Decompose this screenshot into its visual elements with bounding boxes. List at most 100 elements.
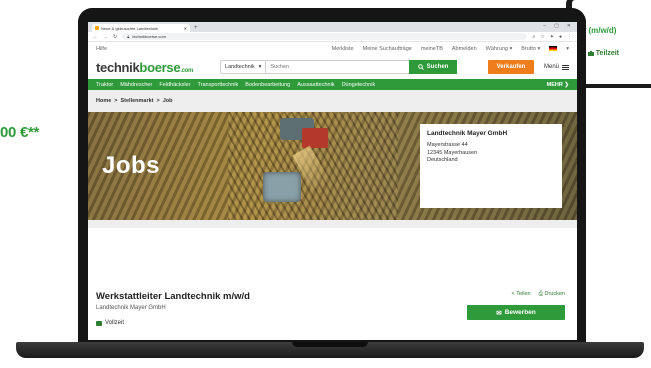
browser-address-bar: ← → ↻ 🔒︎ technikboerse.com ⌕ ☆ ✦ ● ⋮ [88, 32, 577, 42]
phone-title-line2: rst (m/w/d) [576, 26, 617, 35]
phone-info-row: nd Teilzeit [576, 50, 651, 57]
chevron-down-icon[interactable]: ▾ [566, 46, 569, 52]
top-links-right: Merkliste Meine Suchaufträge meineTB Abm… [332, 46, 569, 52]
browser-toolbar-icons: ⌕ ☆ ✦ ● ⋮ [532, 34, 572, 40]
print-button[interactable]: ⎙ Drucken [539, 291, 565, 298]
phone-jobtype-tag: Teilzeit [587, 50, 620, 57]
job-type-label: Vollzeit [105, 320, 125, 326]
gross-dropdown[interactable]: Brutto ▾ [521, 46, 540, 52]
phone-title-line1: en [576, 14, 651, 25]
watchlist-link[interactable]: Merkliste [332, 46, 354, 52]
logo-text-main: technik [96, 59, 140, 75]
nav-item-transporttechnik[interactable]: Transporttechnik [198, 82, 239, 88]
hero-title: Jobs [102, 152, 161, 179]
print-label: Drucken [544, 291, 565, 297]
share-button[interactable]: < Teilen [512, 291, 531, 298]
breadcrumb-current: Job [162, 98, 173, 104]
search-button[interactable]: Suchen [409, 60, 457, 74]
company-country: Deutschland [427, 157, 458, 163]
profile-icon[interactable]: ● [559, 34, 562, 40]
extensions-icon[interactable]: ✦ [550, 34, 554, 40]
job-actions: < Teilen ⎙ Drucken [512, 291, 565, 298]
reload-icon[interactable]: ↻ [113, 34, 117, 40]
window-controls: – ▢ ✕ [543, 23, 571, 29]
maximize-icon[interactable]: ▢ [554, 23, 559, 29]
search-input[interactable] [266, 61, 409, 73]
new-tab-icon[interactable]: + [194, 25, 198, 31]
breadcrumb-separator: > [114, 98, 118, 104]
nav-more-link[interactable]: MEHR ❯ [547, 82, 569, 88]
close-tab-icon[interactable]: ✕ [184, 26, 187, 31]
apply-label: Bewerben [504, 309, 536, 316]
company-street: Mayerstrasse 44 [427, 142, 468, 148]
category-value: Landtechnik [225, 64, 255, 70]
price-text: 00 €** [0, 124, 40, 141]
category-select[interactable]: Landtechnik ▾ [221, 61, 267, 73]
share-label: Teilen [516, 291, 531, 297]
company-city: 12345 Mayerhausen [427, 149, 478, 156]
envelope-icon: ✉ [496, 309, 502, 317]
share-icon: < [511, 291, 515, 297]
job-type: Vollzeit [96, 320, 569, 326]
close-window-icon[interactable]: ✕ [567, 23, 571, 29]
company-card: Landtechnik Mayer GmbH Mayerstrasse 44 1… [420, 124, 562, 208]
lock-icon: 🔒︎ [127, 34, 130, 39]
nav-item-bodenbearbeitung[interactable]: Bodenbearbeitung [245, 82, 290, 88]
star-icon[interactable]: ☆ [540, 34, 544, 40]
print-icon: ⎙ [538, 291, 543, 297]
nav-item-feldhaecksler[interactable]: Feldhäcksler [159, 82, 190, 88]
apply-button[interactable]: ✉ Bewerben [467, 305, 565, 320]
saved-searches-link[interactable]: Meine Suchaufträge [363, 46, 412, 52]
minimize-icon[interactable]: – [543, 23, 546, 29]
nav-item-aussaattechnik[interactable]: Aussaattechnik [297, 82, 334, 88]
german-flag-icon[interactable] [549, 46, 558, 51]
favicon-icon [95, 26, 99, 30]
hamburger-icon [562, 64, 569, 70]
more-options-icon[interactable]: ⋮ [567, 34, 572, 40]
breadcrumb-separator: > [156, 98, 160, 104]
laptop-screen: Neue & gebrauchte Landtechnik ✕ + – ▢ ✕ … [88, 22, 577, 340]
site-header: technikboerse.com Landtechnik ▾ Suchen V… [88, 55, 577, 79]
menu-button[interactable]: Menü [544, 64, 569, 70]
chevron-down-icon: ▾ [258, 64, 262, 70]
search-icon [417, 64, 424, 70]
category-nav: Traktor Mähdrescher Feldhäcksler Transpo… [88, 79, 577, 90]
site-logo[interactable]: technikboerse.com [96, 60, 214, 75]
logo-domain: .com [180, 67, 194, 74]
phone-job-title: en rst (m/w/d) [576, 14, 651, 36]
breadcrumb-home[interactable]: Home [96, 98, 111, 104]
breadcrumb: Home > Stellenmarkt > Job [88, 90, 577, 112]
search-bar: Landtechnik ▾ [220, 60, 410, 74]
harvester-image [263, 172, 301, 202]
currency-dropdown[interactable]: Währung ▾ [486, 46, 513, 52]
browser-tab[interactable]: Neue & gebrauchte Landtechnik ✕ [92, 24, 190, 32]
phone-jobtype-label: Teilzeit [595, 50, 620, 57]
logo-text-accent: boerse [139, 59, 181, 75]
hero-image: Jobs Landtechnik Mayer GmbH Mayerstrasse… [88, 112, 577, 220]
breadcrumb-section[interactable]: Stellenmarkt [121, 98, 154, 104]
nav-item-duengetechnik[interactable]: Düngetechnik [342, 82, 376, 88]
help-link[interactable]: Hilfe [96, 46, 107, 52]
job-details: Werkstattleiter Landtechnik m/w/d Landte… [88, 281, 577, 340]
company-name: Landtechnik Mayer GmbH [427, 130, 508, 137]
forward-icon[interactable]: → [103, 34, 108, 40]
job-title: Werkstattleiter Landtechnik m/w/d [96, 291, 250, 302]
hero-section: Jobs Landtechnik Mayer GmbH Mayerstrasse… [88, 112, 577, 228]
logout-link[interactable]: Abmelden [452, 46, 477, 52]
top-links-bar: Hilfe Merkliste Meine Suchaufträge meine… [88, 42, 577, 55]
menu-label: Menü [543, 64, 559, 70]
url-text: technikboerse.com [132, 34, 166, 39]
briefcase-icon [96, 320, 102, 326]
search-button-label: Suchen [426, 64, 449, 70]
my-account-link[interactable]: meineTB [421, 46, 443, 52]
browser-tabbar: Neue & gebrauchte Landtechnik ✕ + – ▢ ✕ [88, 22, 577, 32]
laptop-notch [292, 342, 368, 347]
back-icon[interactable]: ← [93, 34, 98, 40]
zoom-icon[interactable]: ⌕ [532, 34, 535, 40]
sell-button[interactable]: Verkaufen [487, 60, 534, 74]
nav-item-maehdrescher[interactable]: Mähdrescher [120, 82, 152, 88]
trailer-image [302, 128, 328, 148]
tab-title: Neue & gebrauchte Landtechnik [101, 25, 159, 31]
nav-item-traktor[interactable]: Traktor [96, 82, 113, 88]
url-field[interactable]: 🔒︎ technikboerse.com [122, 33, 528, 40]
